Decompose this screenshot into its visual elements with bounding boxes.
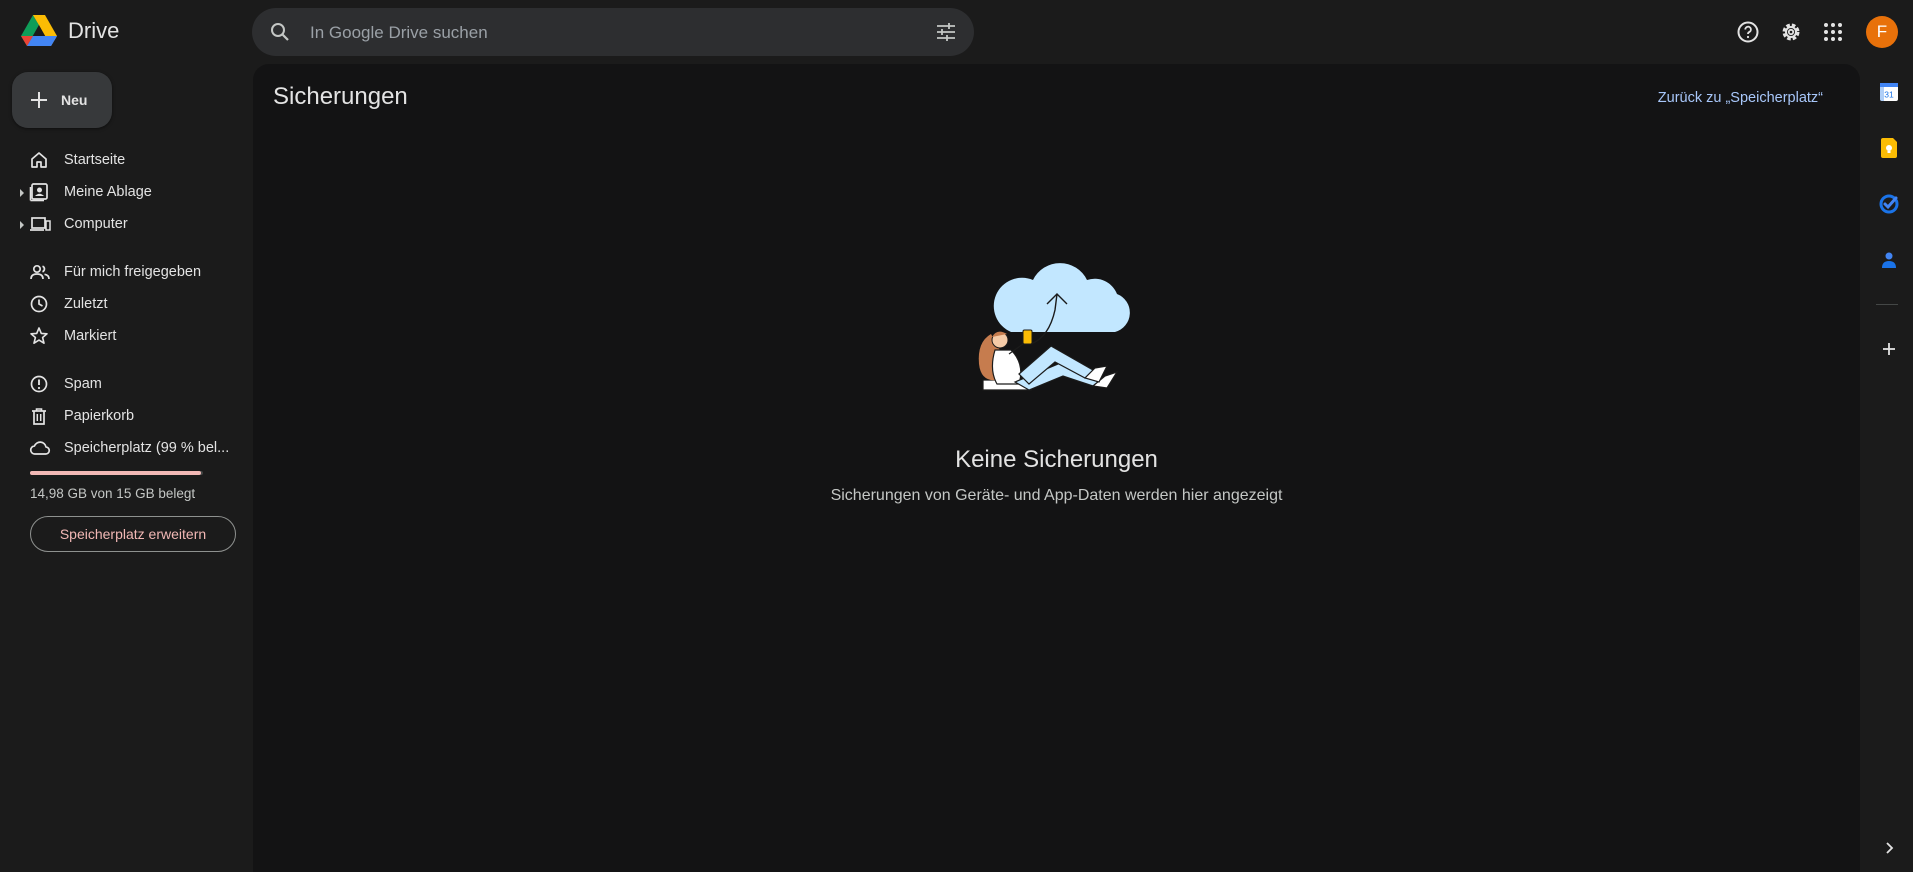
empty-state-subtitle: Sicherungen von Geräte- und App-Daten we… xyxy=(830,487,1283,504)
side-panel-divider xyxy=(1876,304,1898,305)
apps-icon[interactable] xyxy=(1819,18,1847,46)
search-bar[interactable] xyxy=(252,8,974,58)
plus-icon xyxy=(29,90,49,110)
back-to-storage-link[interactable]: Zurück zu „Speicherplatz“ xyxy=(1658,90,1823,106)
gear-icon[interactable] xyxy=(1777,18,1805,46)
search-input[interactable] xyxy=(308,8,912,58)
tune-icon[interactable] xyxy=(934,20,958,44)
page-title: Sicherungen xyxy=(273,83,408,110)
storage-meter-fill xyxy=(30,471,202,475)
drive-logo[interactable]: Drive xyxy=(20,14,119,48)
nav-item-spam[interactable]: Spam xyxy=(0,368,240,400)
empty-state-title: Keine Sicherungen xyxy=(955,446,1158,473)
expand-caret-icon[interactable] xyxy=(20,189,24,197)
star-icon xyxy=(29,326,49,346)
nav-item-shared[interactable]: Für mich freigegeben xyxy=(0,256,240,288)
storage-usage-text: 14,98 GB von 15 GB belegt xyxy=(30,486,196,501)
app-name: Drive xyxy=(68,18,120,43)
nav-label-home: Startseite xyxy=(64,152,126,168)
trash-icon xyxy=(29,406,49,426)
keep-icon[interactable] xyxy=(1877,136,1901,160)
nav-label-spam: Spam xyxy=(64,376,102,392)
storage-meter xyxy=(30,471,203,475)
tasks-icon[interactable] xyxy=(1877,192,1901,216)
my-drive-icon xyxy=(29,182,49,202)
new-button[interactable]: Neu xyxy=(12,72,112,128)
nav-item-storage[interactable]: Speicherplatz (99 % bel... xyxy=(0,432,240,464)
help-icon[interactable] xyxy=(1734,18,1762,46)
nav-label-storage: Speicherplatz (99 % bel... xyxy=(64,440,230,456)
nav-label-trash: Papierkorb xyxy=(64,408,135,424)
nav-item-recent[interactable]: Zuletzt xyxy=(0,288,240,320)
nav-label-shared: Für mich freigegeben xyxy=(64,264,202,280)
computer-icon xyxy=(29,214,51,234)
clock-icon xyxy=(29,294,49,314)
contacts-icon[interactable] xyxy=(1877,248,1901,272)
account-avatar[interactable]: F xyxy=(1866,16,1898,48)
calendar-icon[interactable]: 31 xyxy=(1877,80,1901,104)
search-icon[interactable] xyxy=(268,20,292,44)
cloud-icon xyxy=(29,438,51,458)
nav-label-my-drive: Meine Ablage xyxy=(64,184,152,200)
nav-label-recent: Zuletzt xyxy=(64,296,108,312)
add-icon[interactable] xyxy=(1877,337,1901,361)
new-button-label: Neu xyxy=(61,92,88,108)
expand-caret-icon[interactable] xyxy=(20,221,24,229)
top-bar: Drive F xyxy=(0,0,1913,64)
nav-item-my-drive[interactable]: Meine Ablage xyxy=(0,176,240,208)
empty-state-illustration xyxy=(978,263,1130,391)
people-icon xyxy=(29,262,50,282)
main-content: Sicherungen Zurück zu „Speicherplatz“ Ke… xyxy=(253,64,1860,872)
calendar-day-label: 31 xyxy=(1884,90,1894,100)
upgrade-storage-button[interactable]: Speicherplatz erweitern xyxy=(30,516,236,552)
nav-label-starred: Markiert xyxy=(64,328,117,344)
nav-label-computers: Computer xyxy=(64,216,128,232)
home-icon xyxy=(29,150,49,170)
nav-item-starred[interactable]: Markiert xyxy=(0,320,240,352)
spam-icon xyxy=(29,374,49,394)
nav-item-home[interactable]: Startseite xyxy=(0,144,240,176)
nav-item-trash[interactable]: Papierkorb xyxy=(0,400,240,432)
nav-item-computers[interactable]: Computer xyxy=(0,208,240,240)
expand-icon[interactable] xyxy=(1877,836,1901,860)
drive-logo-icon xyxy=(21,15,57,46)
